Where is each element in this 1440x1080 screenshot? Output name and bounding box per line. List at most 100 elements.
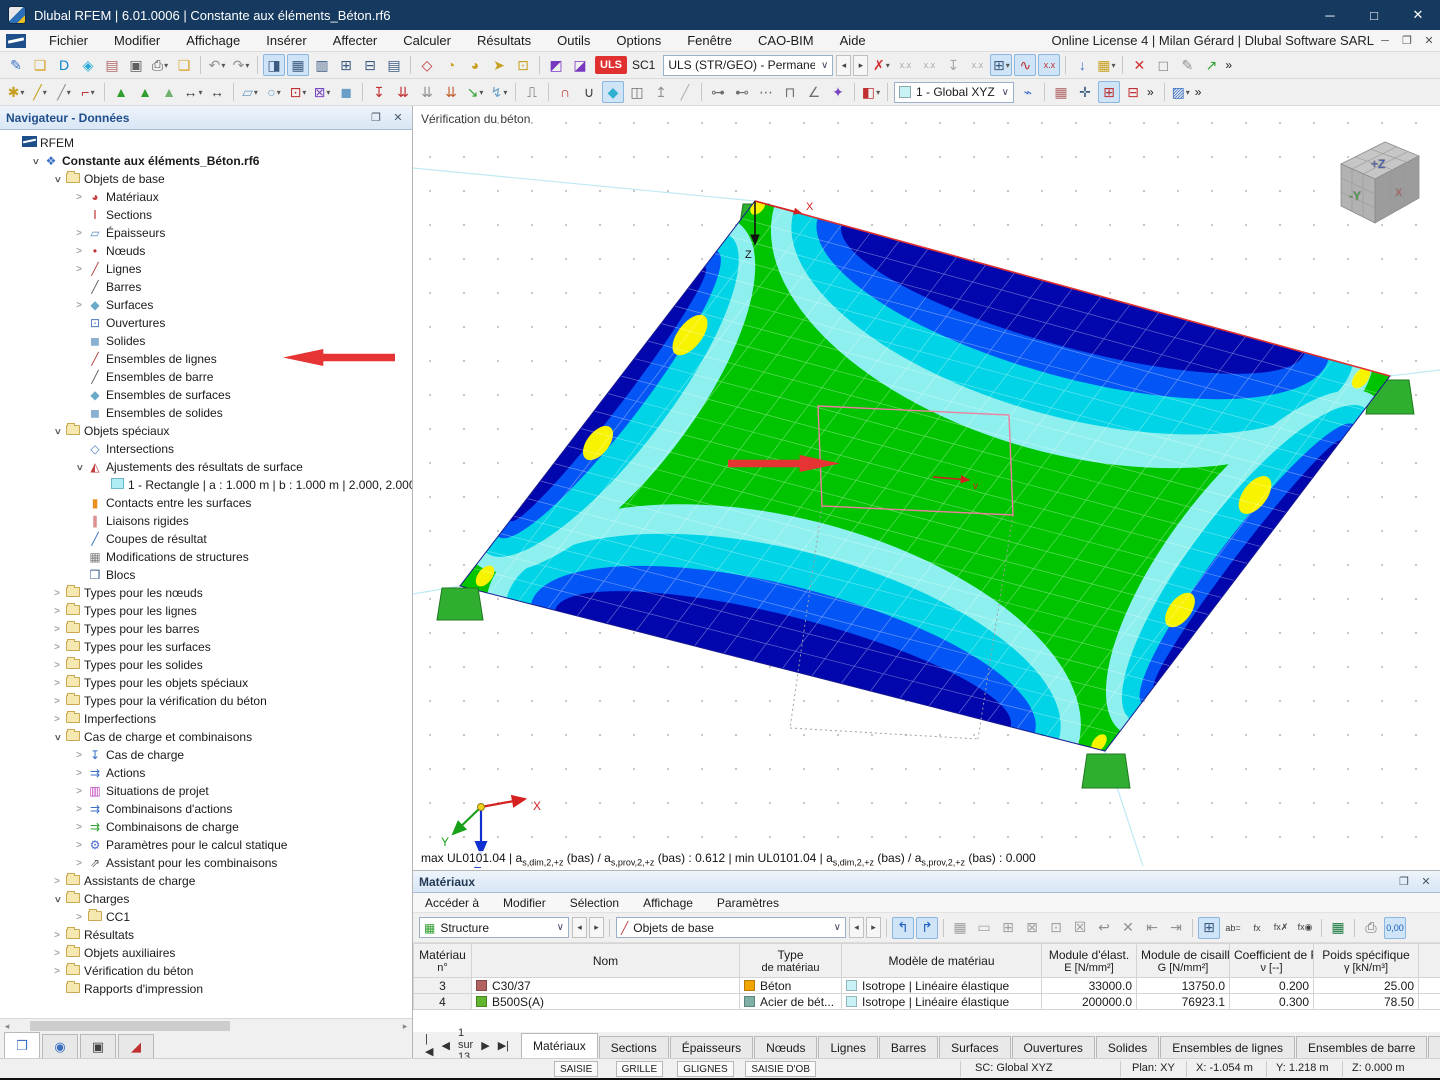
hinge2-icon[interactable]: ∪: [578, 81, 600, 103]
visibility-icon[interactable]: ◩: [545, 54, 567, 76]
tree-item-44[interactable]: > Résultats: [0, 926, 412, 944]
table-row[interactable]: 3 C30/37 Béton Isotrope | Linéaire élastiqu…: [413, 977, 1440, 994]
nav-tab-views-icon[interactable]: ▣: [80, 1034, 116, 1058]
work-plane-xy-icon[interactable]: ⊞: [1098, 81, 1120, 103]
menu-fen-tre[interactable]: Fenêtre: [674, 30, 745, 52]
values-nodes-icon[interactable]: x.x: [894, 54, 916, 76]
color-scale-icon[interactable]: ◧ ▾: [860, 81, 882, 103]
table-tab-surfaces[interactable]: Surfaces: [939, 1036, 1011, 1058]
surface-load-icon[interactable]: ⇊: [440, 81, 462, 103]
fx-view-icon[interactable]: fx◉: [1294, 917, 1316, 939]
table-tab-solides[interactable]: Solides: [1095, 1036, 1160, 1058]
redo-icon[interactable]: ↷ ▾: [230, 54, 252, 76]
visibility2-icon[interactable]: ◪: [569, 54, 591, 76]
tree-expander-icon[interactable]: >: [52, 730, 63, 744]
new-line-icon-dropdown-icon[interactable]: ▾: [43, 88, 47, 97]
objects-combo[interactable]: ╱ Objets de base ∨: [616, 917, 846, 938]
hscroll-left-icon[interactable]: ◂: [0, 1019, 14, 1033]
column-header-3[interactable]: Modèle de matériau: [841, 943, 1042, 978]
tree-item-14[interactable]: ◆ Ensembles de surfaces: [0, 386, 412, 404]
edge-release4-icon[interactable]: ⊓: [779, 81, 801, 103]
table-tab--paisseurs[interactable]: Épaisseurs: [669, 1036, 754, 1058]
tree-expander-icon[interactable]: >: [50, 606, 64, 617]
result-diagram2-icon[interactable]: ∿: [1014, 54, 1037, 76]
materials-menu-modifier[interactable]: Modifier: [491, 893, 558, 913]
table-tab-sections[interactable]: Sections: [598, 1036, 669, 1058]
edge-release5-icon[interactable]: ∠: [803, 81, 825, 103]
tree-item-46[interactable]: > Vérification du béton: [0, 962, 412, 980]
mdi-restore-button[interactable]: ❐: [1396, 34, 1418, 47]
menu-calculer[interactable]: Calculer: [390, 30, 464, 52]
render-solid-icon[interactable]: ◫: [626, 81, 648, 103]
save-icon[interactable]: ▣: [125, 54, 147, 76]
materials-caption[interactable]: Matériaux ❐ ✕: [413, 871, 1440, 893]
menu-r-sultats[interactable]: Résultats: [464, 30, 544, 52]
column-header-4[interactable]: Module d'élast. E [N/mm²]: [1041, 943, 1137, 978]
objects-prev-icon[interactable]: ◂: [849, 917, 864, 938]
tree-item-6[interactable]: > • Nœuds: [0, 242, 412, 260]
decimals-icon[interactable]: 0,00: [1384, 916, 1406, 939]
edge-release2-icon[interactable]: ⊷: [731, 81, 753, 103]
filter-loadcase-icon-dropdown-icon[interactable]: ▾: [886, 61, 890, 70]
tree-item-28[interactable]: > Types pour les surfaces: [0, 638, 412, 656]
tree-expander-icon[interactable]: >: [72, 264, 86, 275]
tree-item-19[interactable]: 1 - Rectangle | a : 1.000 m | b : 1.000 …: [0, 476, 412, 494]
work-plane-yz-icon[interactable]: ⊟: [1122, 81, 1144, 103]
tree-expander-icon[interactable]: >: [50, 642, 64, 653]
deformation-icon[interactable]: ↥: [650, 81, 672, 103]
release-icon[interactable]: ⎍: [521, 81, 543, 103]
new-model-icon[interactable]: ✎: [5, 54, 27, 76]
tree-item-23[interactable]: ▦ Modifications de structures: [0, 548, 412, 566]
tree-item-36[interactable]: > ▥ Situations de projet: [0, 782, 412, 800]
table-tab-lignes[interactable]: Lignes: [818, 1036, 878, 1058]
values-lines-icon[interactable]: x.x: [918, 54, 940, 76]
navigator-hscrollbar[interactable]: ◂ ▸: [0, 1018, 412, 1032]
tree-item-29[interactable]: > Types pour les solides: [0, 656, 412, 674]
column-header-8[interactable]: [1418, 943, 1440, 978]
materials-menu-acc-der-[interactable]: Accéder à: [413, 893, 491, 913]
tree-item-34[interactable]: > ↧ Cas de charge: [0, 746, 412, 764]
menu-aide[interactable]: Aide: [827, 30, 879, 52]
menu-affichage[interactable]: Affichage: [173, 30, 253, 52]
dimension-icon-dropdown-icon[interactable]: ▾: [198, 88, 202, 97]
col-left-icon[interactable]: ⇤: [1141, 917, 1163, 939]
table-add-icon[interactable]: ▭: [973, 917, 995, 939]
line-support-icon[interactable]: ▲: [134, 81, 156, 103]
tree-expander-icon[interactable]: >: [50, 678, 64, 689]
pager-next-icon[interactable]: ▶: [481, 1039, 489, 1052]
table-tab-ensembles-de-lignes[interactable]: Ensembles de lignes: [1160, 1036, 1295, 1058]
section-plane-icon[interactable]: ╱: [674, 81, 696, 103]
print-icon-dropdown-icon[interactable]: ▾: [164, 61, 168, 70]
new-line2-icon[interactable]: ╱ ▾: [53, 81, 75, 103]
table-edit-icon[interactable]: ▦: [949, 917, 971, 939]
hscroll-right-icon[interactable]: ▸: [398, 1019, 412, 1033]
status-toggle-glignes[interactable]: GLIGNES: [677, 1061, 734, 1077]
tree-expander-icon[interactable]: >: [72, 750, 86, 761]
materials-menu-affichage[interactable]: Affichage: [631, 893, 705, 913]
console-icon[interactable]: ⊞: [335, 54, 357, 76]
dimension2-icon[interactable]: ↔: [206, 81, 228, 103]
edit-view-icon[interactable]: ✎: [1176, 54, 1198, 76]
import-icon[interactable]: ↩: [1093, 917, 1115, 939]
new-surface-icon[interactable]: ▱ ▾: [239, 81, 261, 103]
tree-item-47[interactable]: Rapports d'impression: [0, 980, 412, 998]
load-generator-icon-dropdown-icon[interactable]: ▾: [503, 88, 507, 97]
tree-item-13[interactable]: ╱ Ensembles de barre: [0, 368, 412, 386]
calculator-icon[interactable]: ▦ ▾: [1095, 54, 1117, 76]
tree-expander-icon[interactable]: >: [50, 660, 64, 671]
tree-expander-icon[interactable]: >: [50, 624, 64, 635]
next-loadcase-icon[interactable]: ▸: [853, 54, 869, 76]
minimize-button[interactable]: ─: [1308, 0, 1352, 30]
tree-item-26[interactable]: > Types pour les lignes: [0, 602, 412, 620]
nodal-support-icon[interactable]: ▲: [110, 81, 132, 103]
dlubal-models-icon[interactable]: D: [53, 54, 75, 76]
result-table-icon[interactable]: ⊞ ▾: [990, 54, 1013, 76]
menu-ins-rer[interactable]: Insérer: [253, 30, 319, 52]
tree-item-1[interactable]: > ❖ Constante aux éléments_Béton.rf6: [0, 152, 412, 170]
tree-item-30[interactable]: > Types pour les objets spéciaux: [0, 674, 412, 692]
new-opening-icon-dropdown-icon[interactable]: ▾: [302, 88, 306, 97]
tree-item-31[interactable]: > Types pour la vérification du béton: [0, 692, 412, 710]
tree-expander-icon[interactable]: >: [50, 966, 64, 977]
navigator-close-icon[interactable]: ✕: [390, 111, 406, 124]
new-node-icon-dropdown-icon[interactable]: ▾: [20, 88, 24, 97]
